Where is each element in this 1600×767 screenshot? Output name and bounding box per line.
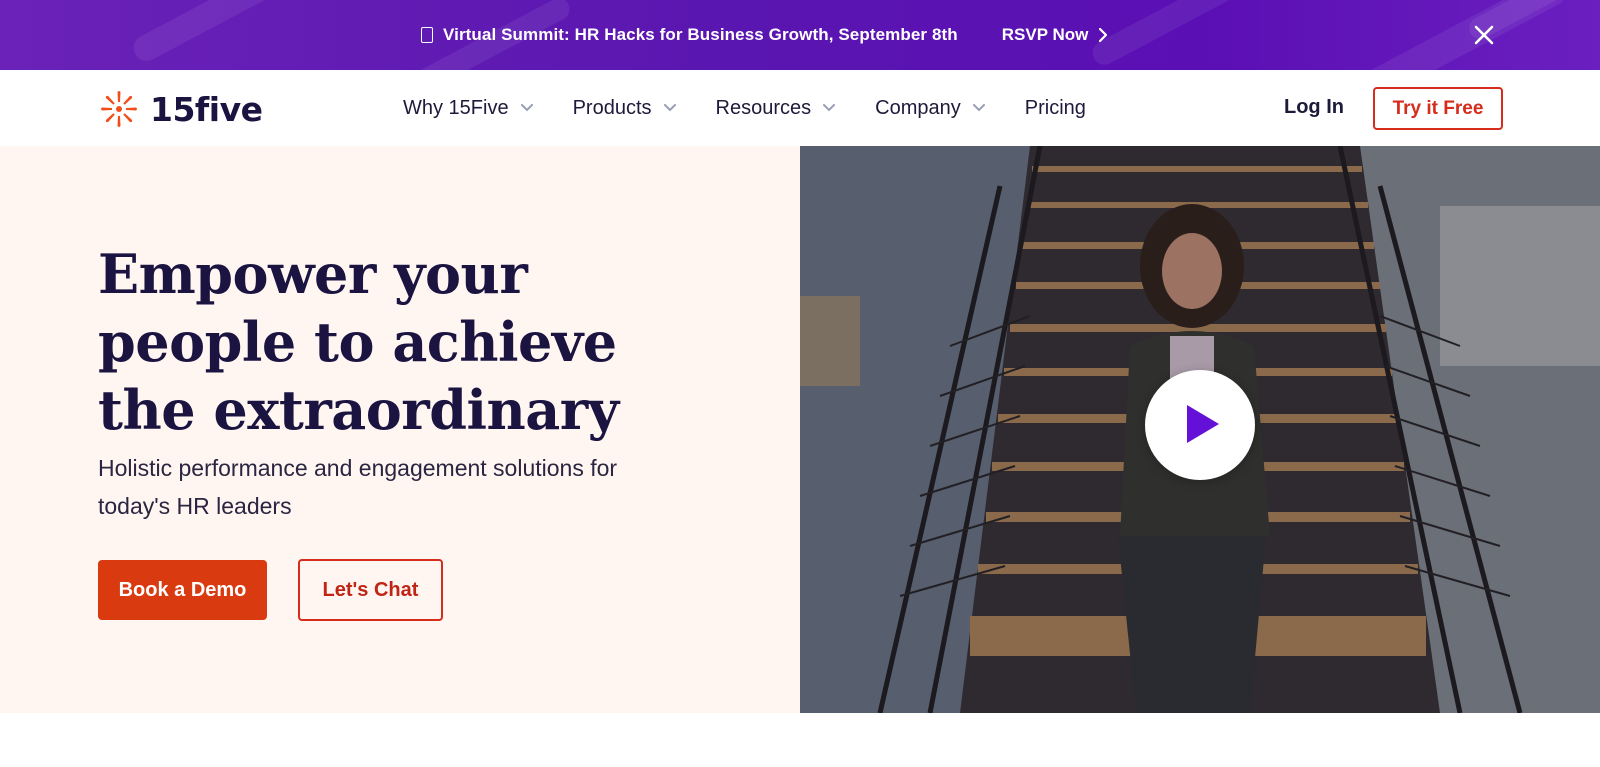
lets-chat-button[interactable]: Let's Chat (298, 559, 443, 621)
banner-text: Virtual Summit: HR Hacks for Business Gr… (443, 25, 958, 44)
main-navigation: 15five Why 15Five Products Resources Com… (0, 70, 1600, 146)
chevron-down-icon (972, 104, 985, 112)
try-free-button[interactable]: Try it Free (1373, 87, 1503, 130)
play-button[interactable] (1145, 370, 1255, 480)
hero-section: Empower your people to achieve the extra… (0, 146, 800, 713)
nav-menu: Why 15Five Products Resources Company Pr… (403, 70, 1126, 146)
book-demo-button[interactable]: Book a Demo (98, 560, 267, 620)
hero-video[interactable] (800, 146, 1600, 713)
nav-item-label: Resources (715, 96, 812, 119)
chevron-down-icon (520, 104, 533, 112)
logo-wordmark: 15five (150, 89, 263, 129)
chevron-down-icon (663, 104, 676, 112)
play-icon (1187, 405, 1219, 443)
announcement-banner: Virtual Summit: HR Hacks for Business Gr… (0, 0, 1600, 70)
rsvp-link[interactable]: RSVP Now (1002, 25, 1109, 45)
banner-decoration (1088, 0, 1312, 69)
nav-item-company[interactable]: Company (875, 97, 985, 120)
nav-item-label: Why 15Five (403, 96, 509, 119)
nav-item-label: Products (572, 96, 652, 119)
chevron-right-icon (1099, 27, 1108, 43)
hero-headline: Empower your people to achieve the extra… (98, 242, 619, 442)
calendar-icon (421, 27, 433, 43)
close-icon[interactable] (1473, 24, 1495, 46)
nav-item-label: Pricing (1024, 96, 1086, 119)
nav-item-products[interactable]: Products (573, 97, 676, 120)
login-link[interactable]: Log In (1284, 96, 1344, 119)
banner-decoration (129, 0, 371, 66)
nav-item-label: Company (875, 96, 961, 119)
logo-starburst-icon (101, 91, 137, 127)
rsvp-label: RSVP Now (1001, 25, 1089, 44)
banner-content: Virtual Summit: HR Hacks for Business Gr… (421, 0, 1108, 70)
nav-item-pricing[interactable]: Pricing (1025, 97, 1086, 120)
chevron-down-icon (823, 104, 836, 112)
nav-item-why-15five[interactable]: Why 15Five (403, 97, 533, 120)
hero-subhead: Holistic performance and engagement solu… (98, 455, 618, 519)
nav-item-resources[interactable]: Resources (716, 97, 836, 120)
logo[interactable]: 15five (98, 88, 263, 130)
